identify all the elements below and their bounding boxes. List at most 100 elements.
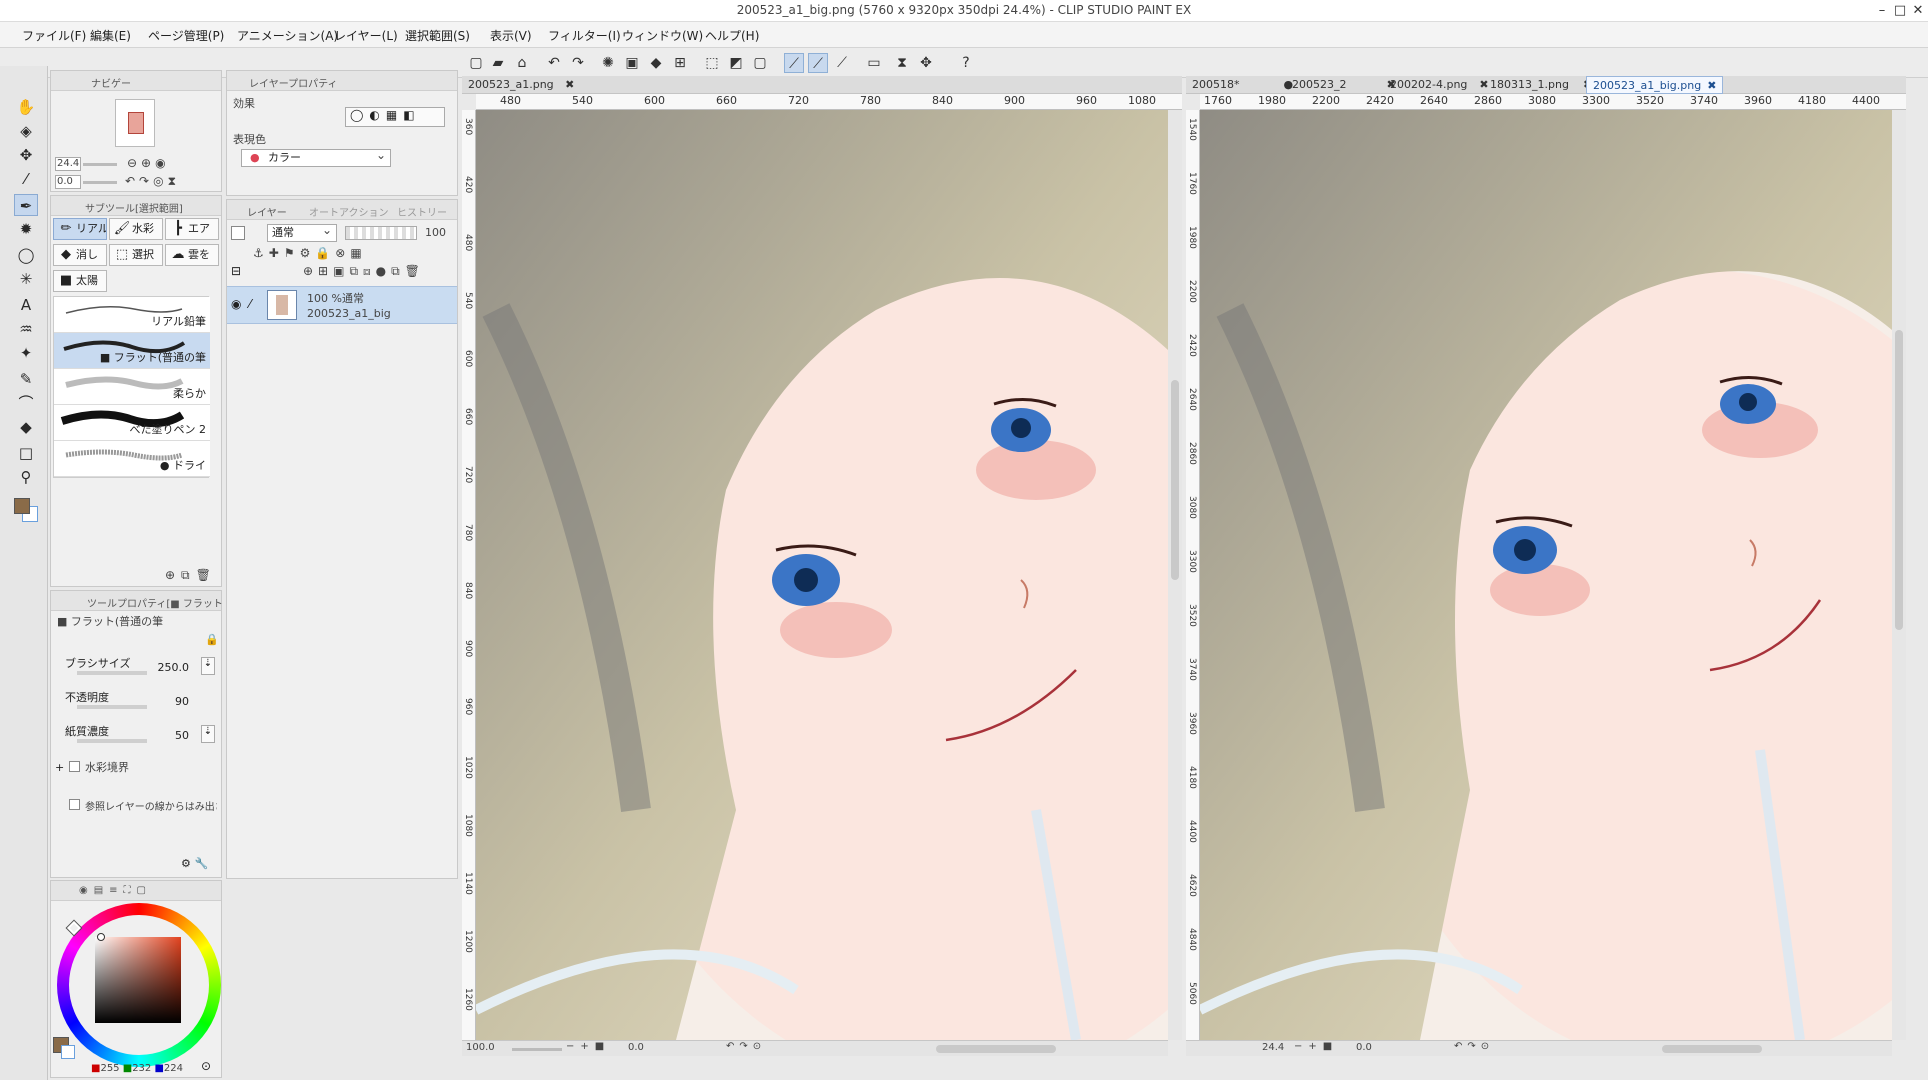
main-color-swatch[interactable] xyxy=(14,498,38,522)
tab-180313-1[interactable]: 180313_1.png✖ xyxy=(1484,76,1598,94)
watercolor-border-checkbox[interactable] xyxy=(69,761,80,772)
right-zoom-buttons[interactable]: −+■ xyxy=(1294,1041,1338,1052)
right-rotation-buttons[interactable]: ↶↷⊙ xyxy=(1454,1041,1494,1052)
layer-action-icons[interactable]: ⊕⊞▣⧉⧈●⧉🗑 xyxy=(303,264,425,279)
lasso-icon[interactable]: ◯ xyxy=(14,244,38,266)
effect-buttons[interactable]: ◯◐▦◧ xyxy=(345,107,445,127)
layer-lock-icons[interactable]: ⚓✚⚑⚙🔒⊗▦ xyxy=(253,246,367,260)
invert-selection-icon[interactable]: ◩ xyxy=(726,53,746,73)
subtool-tab[interactable]: サブツール[選択範囲] xyxy=(85,200,183,215)
hand-icon[interactable]: ✋ xyxy=(14,96,38,118)
brush-flat[interactable]: ■ フラット(普通の筆 xyxy=(54,333,210,369)
subtool-group-select[interactable]: ⬚ 選択 xyxy=(109,244,163,266)
menu-filter[interactable]: フィルター(I) xyxy=(548,27,621,44)
fill-icon[interactable]: ◆ xyxy=(646,53,666,73)
subtool-group-airbrush[interactable]: ┣ エア xyxy=(165,218,219,240)
paper-density-slider[interactable] xyxy=(77,739,147,743)
move-icon[interactable]: ✥ xyxy=(14,144,38,166)
navigator-tab[interactable]: ナビゲー xyxy=(91,75,131,90)
left-zoom-value[interactable]: 100.0 xyxy=(466,1042,495,1053)
opacity-slider[interactable] xyxy=(77,705,147,709)
snap-grid-icon[interactable]: ⟋ xyxy=(832,53,852,73)
flip-icon[interactable]: ⧗ xyxy=(892,53,912,73)
tab-close-icon[interactable]: ✖ xyxy=(565,78,574,91)
new-file-icon[interactable]: ▢ xyxy=(466,53,486,73)
layer-select-icon[interactable]: ◈ xyxy=(14,120,38,142)
save-icon[interactable]: ⌂ xyxy=(512,53,532,73)
rotation-slider[interactable] xyxy=(83,181,117,184)
layer-color-checkbox[interactable] xyxy=(231,226,245,240)
toolprop-tab[interactable]: ツールプロパティ[■ フラット xyxy=(87,595,223,610)
clear-outside-icon[interactable]: ▣ xyxy=(622,53,642,73)
maximize-button[interactable]: □ xyxy=(1890,0,1910,22)
decoration-icon[interactable]: ✦ xyxy=(14,342,38,364)
menu-help[interactable]: ヘルプ(H) xyxy=(705,27,759,44)
menu-page[interactable]: ページ管理(P) xyxy=(148,27,224,44)
rotation-buttons[interactable]: ↶↷◎⧗ xyxy=(125,174,180,189)
menu-window[interactable]: ウィンドウ(W) xyxy=(622,27,703,44)
brush-size-dynamics-icon[interactable]: ⇣ xyxy=(201,657,215,675)
left-rotation-buttons[interactable]: ↶↷⊙ xyxy=(726,1041,766,1052)
eyedropper-icon[interactable]: ⁄ xyxy=(14,168,38,190)
color-panel-tabs[interactable]: ◉▤≡⛶▢ xyxy=(79,885,152,896)
brush-dry[interactable]: ● ドライ xyxy=(54,441,210,477)
history-tab[interactable]: ヒストリー xyxy=(397,204,447,219)
blend-mode-select[interactable]: 通常 xyxy=(267,222,337,242)
color-picker-handle[interactable] xyxy=(97,933,105,941)
layer-panel-menu-icon[interactable]: ⊟ xyxy=(231,264,241,278)
rotation-value[interactable]: 0.0 xyxy=(55,175,81,189)
brush-size-slider[interactable] xyxy=(77,671,147,675)
layer-property-tab[interactable]: レイヤープロパティ xyxy=(249,75,338,90)
subtool-footer-icons[interactable]: ⊕⧉🗑 xyxy=(165,568,217,583)
auto-action-tab[interactable]: オートアクション xyxy=(309,204,389,219)
vector-icon[interactable]: ✎ xyxy=(14,368,38,390)
redo-icon[interactable]: ↷ xyxy=(568,53,588,73)
tab-200518[interactable]: 200518* ● xyxy=(1186,76,1299,94)
layer-row[interactable]: ◉ ⁄ 100 %通常 200523_a1_big xyxy=(227,286,457,324)
subtool-group-eraser[interactable]: ◆ 消し xyxy=(53,244,107,266)
selection-border-icon[interactable]: ▢ xyxy=(750,53,770,73)
pen-icon[interactable]: ✒ xyxy=(14,194,38,216)
left-canvas[interactable] xyxy=(476,110,1168,1040)
navigator-thumbnail[interactable] xyxy=(115,99,155,147)
spray-icon[interactable]: ✹ xyxy=(14,218,38,240)
bucket-icon[interactable]: ◆ xyxy=(14,416,38,438)
ref-layer-checkbox[interactable] xyxy=(69,799,80,810)
right-vertical-scrollbar[interactable] xyxy=(1892,110,1906,1040)
tab-200202-4[interactable]: 200202-4.png ✖ xyxy=(1384,76,1495,94)
color-sub-swatch[interactable] xyxy=(61,1045,75,1059)
correction-icon[interactable]: ⚲ xyxy=(14,466,38,488)
brush-size-row[interactable]: ブラシサイズ 250.0 ⇣ xyxy=(57,655,217,685)
tab-close-icon[interactable]: ✖ xyxy=(1707,79,1716,92)
right-zoom-value[interactable]: 24.4 xyxy=(1262,1042,1284,1053)
open-folder-icon[interactable]: ▰ xyxy=(488,53,508,73)
menu-view[interactable]: 表示(V) xyxy=(490,27,532,44)
menu-animation[interactable]: アニメーション(A) xyxy=(237,27,338,44)
screen-icon[interactable]: ▭ xyxy=(864,53,884,73)
expression-color-select[interactable]: ● カラー xyxy=(241,147,391,167)
layer-tab[interactable]: レイヤー xyxy=(247,204,287,219)
minimize-button[interactable]: – xyxy=(1872,0,1892,22)
left-zoom-buttons[interactable]: −+■ xyxy=(566,1041,610,1052)
right-horizontal-scrollbar[interactable] xyxy=(1662,1045,1762,1053)
lock-icon[interactable]: 🔒 xyxy=(205,633,219,646)
brush-soft[interactable]: 柔らか xyxy=(54,369,210,405)
subtool-group-cloud[interactable]: ☁ 雲を xyxy=(165,244,219,266)
zoom-value[interactable]: 24.4 xyxy=(55,157,81,171)
toolprop-footer-icons[interactable]: ⚙🔧 xyxy=(181,857,213,870)
right-rotation-value[interactable]: 0.0 xyxy=(1356,1042,1372,1053)
opacity-row[interactable]: 不透明度 90 xyxy=(57,689,217,719)
rotate-icon[interactable]: ✥ xyxy=(916,53,936,73)
subtool-group-thick[interactable]: ■ 太陽 xyxy=(53,270,107,292)
menu-file[interactable]: ファイル(F) xyxy=(22,27,86,44)
subtool-group-real[interactable]: ✏ リアル xyxy=(53,218,107,240)
undo-icon[interactable]: ↶ xyxy=(544,53,564,73)
left-rotation-value[interactable]: 0.0 xyxy=(628,1042,644,1053)
tab-200523-a1[interactable]: 200523_a1.png ✖ xyxy=(462,76,580,94)
eye-icon[interactable]: ◉ xyxy=(231,297,241,311)
tab-200523-a1-big[interactable]: 200523_a1_big.png ✖ xyxy=(1586,76,1724,94)
paper-dynamics-icon[interactable]: ⇣ xyxy=(201,725,215,743)
right-canvas[interactable] xyxy=(1200,110,1892,1040)
close-button[interactable]: ✕ xyxy=(1908,0,1928,22)
paper-density-row[interactable]: 紙質濃度 50 ⇣ xyxy=(57,723,217,753)
